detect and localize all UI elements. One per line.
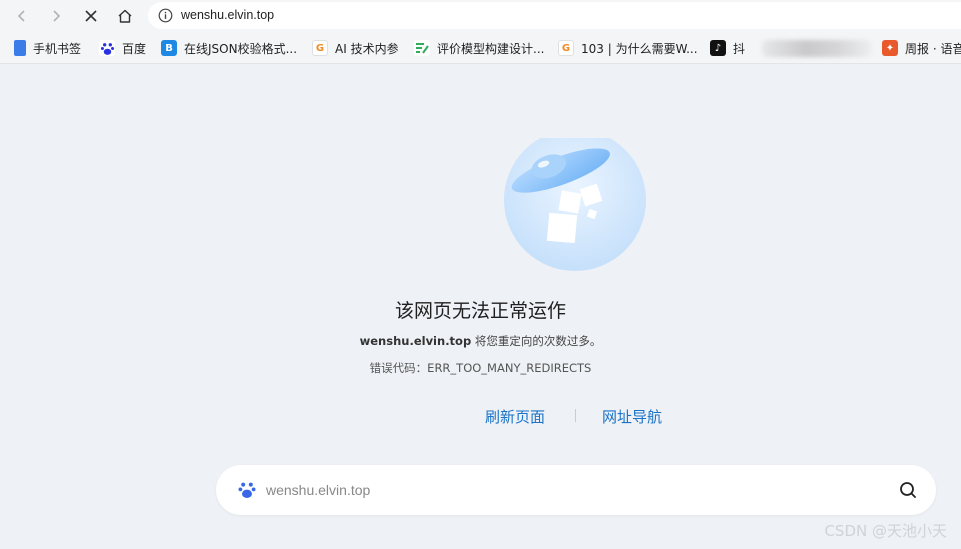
stop-loading-icon[interactable] [79, 4, 103, 28]
error-code: ERR_TOO_MANY_REDIRECTS [427, 361, 592, 375]
geektime-icon: G [312, 40, 328, 56]
phone-bookmark-icon [14, 40, 26, 56]
bookmark-douyin[interactable]: ♪ 抖 [710, 32, 746, 63]
error-code-label: 错误代码： [369, 361, 428, 375]
error-title: 该网页无法正常运作 [394, 300, 566, 322]
reload-link[interactable]: 刷新页面 [485, 406, 545, 427]
bookmark-label: 评价模型构建设计... [437, 41, 545, 56]
search-box [216, 465, 936, 515]
link-separator [575, 409, 576, 422]
error-description: wenshu.elvin.top 将您重定向的次数过多。 [0, 333, 961, 349]
url-navigation-link[interactable]: 网址导航 [602, 406, 662, 427]
bookmark-label: 抖 [733, 41, 746, 56]
error-host: wenshu.elvin.top [359, 334, 472, 348]
bookmark-label: AI 技术内参 [335, 41, 399, 56]
bookmark-json[interactable]: B 在线JSON校验格式... [161, 32, 298, 63]
bookmark-label: 周报 · 语音 [905, 41, 961, 56]
back-arrow-icon[interactable] [10, 4, 34, 28]
bookmark-label: 百度 [122, 41, 147, 56]
bookmark-label: 手机书签 [33, 41, 82, 56]
weekly-icon: ✦ [882, 40, 898, 56]
baidu-icon [99, 40, 115, 56]
doc-icon [414, 40, 430, 56]
info-icon[interactable] [158, 8, 173, 23]
forward-arrow-icon[interactable] [44, 4, 68, 28]
json-icon: B [161, 40, 177, 56]
error-code-line: 错误代码：ERR_TOO_MANY_REDIRECTS [0, 360, 961, 376]
search-icon[interactable] [898, 480, 918, 500]
error-message: 将您重定向的次数过多。 [474, 334, 602, 348]
home-icon[interactable] [113, 4, 137, 28]
bookmark-model[interactable]: 评价模型构建设计... [414, 32, 545, 63]
baidu-paw-icon [238, 482, 256, 498]
bookmark-ai[interactable]: G AI 技术内参 [312, 32, 399, 63]
bookmark-label: 在线JSON校验格式... [184, 41, 298, 56]
tiktok-icon: ♪ [710, 40, 726, 56]
bookmark-weekly[interactable]: ✦ 周报 · 语音 [882, 32, 961, 63]
search-input[interactable] [266, 475, 866, 505]
address-url[interactable]: wenshu.elvin.top [181, 8, 274, 22]
browser-toolbar: wenshu.elvin.top [0, 0, 961, 32]
watermark: CSDN @天池小天 [824, 522, 947, 540]
bookmark-baidu[interactable]: 百度 [99, 32, 147, 63]
bookmark-mobile[interactable]: 手机书签 [14, 32, 82, 63]
bookmark-label: 103 | 为什么需要W... [581, 41, 698, 56]
address-bar[interactable]: wenshu.elvin.top [148, 2, 961, 29]
ufo-error-illustration [504, 138, 646, 271]
bookmark-103[interactable]: G 103 | 为什么需要W... [558, 32, 698, 63]
blurred-bookmarks [762, 40, 872, 57]
geektime-icon: G [558, 40, 574, 56]
